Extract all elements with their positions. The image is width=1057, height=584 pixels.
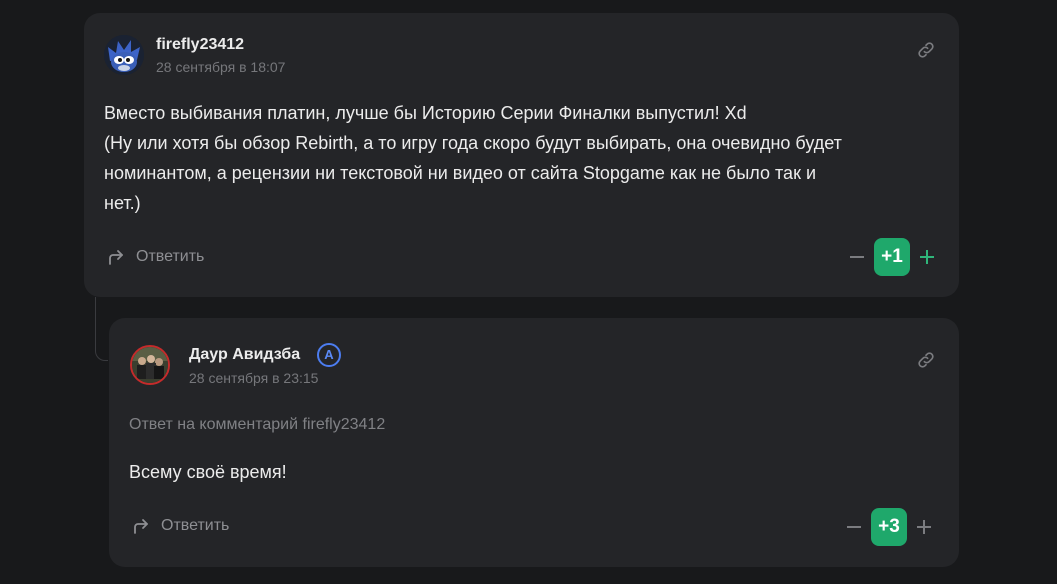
thread-connector — [95, 297, 108, 361]
reply-comment-card: Даур Авидзба A 28 сентября в 23:15 Ответ… — [109, 318, 959, 567]
vote-score: +1 — [874, 238, 910, 276]
plus-icon — [920, 250, 934, 264]
upvote-button[interactable] — [914, 517, 934, 537]
author-badge: A — [317, 343, 341, 367]
reply-to-note[interactable]: Ответ на комментарий firefly23412 — [129, 416, 385, 434]
link-icon[interactable] — [916, 40, 936, 60]
downvote-button[interactable] — [844, 517, 864, 537]
comment-text-line: нет.) — [104, 193, 141, 213]
vote-score: +3 — [871, 508, 907, 546]
upvote-button[interactable] — [917, 247, 937, 267]
group-photo-avatar-icon — [132, 347, 168, 383]
plus-icon — [917, 520, 931, 534]
reply-button[interactable]: Ответить — [131, 516, 229, 536]
comment-text-line: Всему своё время! — [129, 462, 287, 482]
vote-widget: +3 — [844, 508, 934, 546]
vote-widget: +1 — [847, 238, 937, 276]
user-avatar[interactable] — [104, 35, 144, 75]
comment-text: Всему своё время! — [129, 457, 287, 487]
user-avatar[interactable] — [130, 345, 170, 385]
reply-label: Ответить — [161, 517, 230, 534]
reply-arrow-icon — [109, 250, 123, 265]
minus-icon — [850, 256, 864, 258]
comment-date[interactable]: 28 сентября в 18:07 — [156, 59, 285, 75]
comment-text: Вместо выбивания платин, лучше бы Истори… — [104, 98, 842, 218]
comment-text-line: номинантом, а рецензии ни текстовой ни в… — [104, 163, 816, 183]
link-icon[interactable] — [916, 350, 936, 370]
author-name[interactable]: Даур Авидзба — [189, 346, 300, 364]
comment-text-line: Вместо выбивания платин, лучше бы Истори… — [104, 103, 747, 123]
comment-date[interactable]: 28 сентября в 23:15 — [189, 370, 318, 386]
reply-arrow-icon — [134, 519, 148, 534]
reply-label: Ответить — [136, 248, 205, 265]
hedgehog-avatar-icon — [104, 35, 144, 75]
downvote-button[interactable] — [847, 247, 867, 267]
comment-text-line: (Ну или хотя бы обзор Rebirth, а то игру… — [104, 133, 842, 153]
comment-card: firefly23412 28 сентября в 18:07 Вместо … — [84, 13, 959, 297]
reply-button[interactable]: Ответить — [106, 247, 204, 267]
minus-icon — [847, 526, 861, 528]
author-name[interactable]: firefly23412 — [156, 36, 244, 54]
